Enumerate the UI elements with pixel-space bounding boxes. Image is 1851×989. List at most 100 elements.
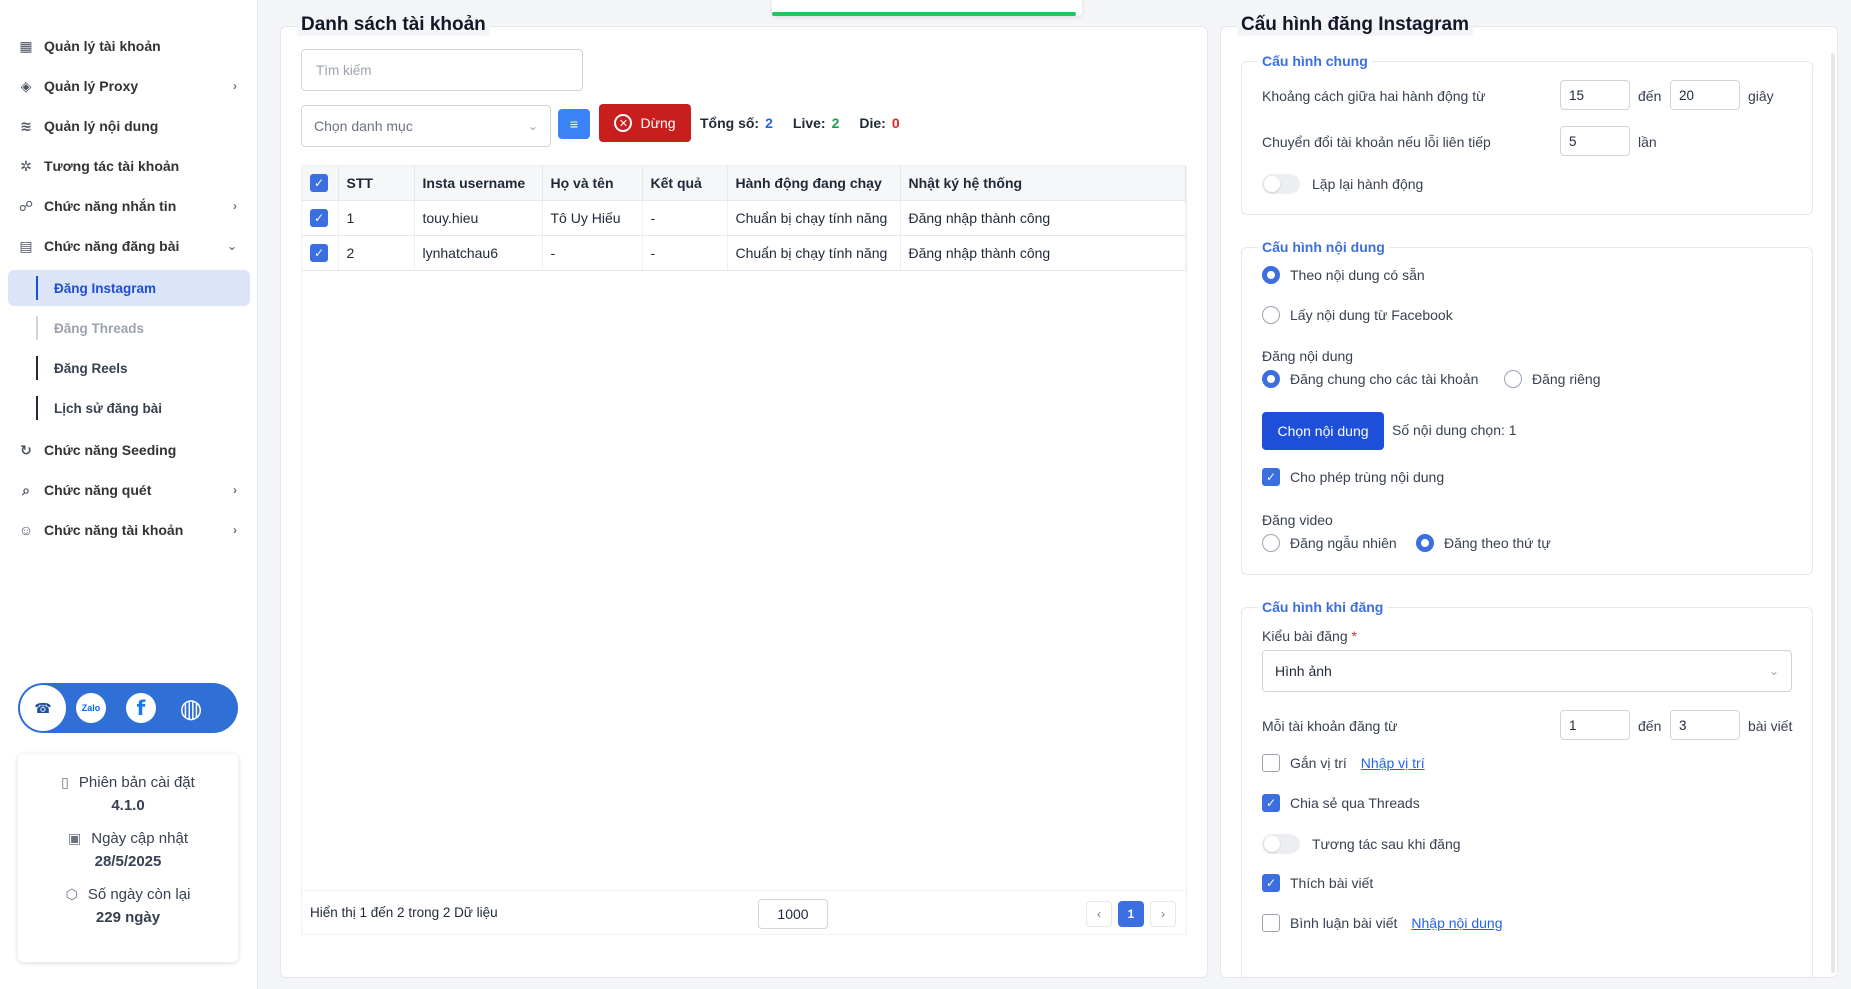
live-value: 2 — [831, 115, 840, 131]
days-info: ⬡ Số ngày còn lại 229 ngày — [34, 886, 222, 926]
prev-page-button[interactable]: ‹ — [1086, 901, 1112, 927]
like-post-checkbox[interactable]: ✓ — [1262, 874, 1280, 892]
interval-from-input[interactable]: 15 — [1560, 80, 1630, 110]
general-config-section: Cấu hình chung Khoảng cách giữa hai hành… — [1241, 53, 1813, 215]
sidebar-subitem-label: Đăng Reels — [54, 360, 128, 376]
filter-button[interactable]: ≡ — [558, 109, 590, 139]
search-input[interactable] — [301, 49, 583, 91]
per-account-to-input[interactable]: 3 — [1670, 710, 1740, 740]
attach-location-row[interactable]: Gắn vị trí Nhập vị trí — [1262, 754, 1425, 772]
share-threads-checkbox[interactable]: ✓ — [1262, 794, 1280, 812]
action-cell: Chuẩn bị chạy tính năng — [727, 200, 901, 236]
share-threads-row[interactable]: ✓ Chia sẻ qua Threads — [1262, 794, 1420, 812]
to-label: đến — [1638, 88, 1662, 104]
app-info-card: ▯ Phiên bản cài đặt 4.1.0 ▣ Ngày cập nhật … — [18, 754, 238, 962]
stack-icon: ≋ — [20, 118, 32, 134]
sidebar-item-messaging[interactable]: ☍ Chức năng nhắn tin › — [0, 186, 257, 226]
category-select-value: Chọn danh mục — [314, 118, 413, 134]
sidebar-item-label: Tương tác tài khoản — [44, 158, 180, 174]
total-label: Tổng số: — [700, 115, 760, 131]
support-chat-icon[interactable]: ☎ — [20, 685, 66, 731]
attach-location-checkbox[interactable] — [1262, 754, 1280, 772]
facebook-content-radio[interactable] — [1262, 306, 1280, 324]
random-video-radio[interactable] — [1262, 534, 1280, 552]
pagination: ‹ 1 › — [1086, 901, 1176, 927]
post-type-select[interactable]: Hình ảnh ⌄ — [1262, 650, 1792, 692]
random-video-option[interactable]: Đăng ngẫu nhiên — [1262, 534, 1397, 552]
interact-after-toggle[interactable] — [1262, 834, 1300, 854]
calendar-icon: ▣ — [68, 830, 82, 846]
grid-icon: ▦ — [19, 38, 33, 54]
sidebar-subitem-label: Đăng Threads — [54, 320, 145, 336]
sidebar-item-label: Chức năng Seeding — [44, 442, 177, 458]
sidebar-subitem-reels[interactable]: Đăng Reels — [8, 350, 250, 386]
zalo-icon[interactable]: Zalo — [76, 693, 106, 723]
version-value: 4.1.0 — [111, 797, 145, 814]
page-button[interactable]: 1 — [1118, 901, 1144, 927]
sidebar-item-account-functions[interactable]: ☺ Chức năng tài khoản › — [0, 510, 257, 550]
log-cell: Đăng nhập thành công — [900, 200, 1186, 236]
separate-post-radio[interactable] — [1504, 370, 1522, 388]
sidebar-item-scan[interactable]: ⌕ Chức năng quét › — [0, 470, 257, 510]
row-checkbox[interactable]: ✓ — [310, 243, 328, 262]
sidebar-item-accounts[interactable]: ▦ Quản lý tài khoản — [0, 26, 257, 66]
facebook-icon[interactable]: f — [126, 693, 156, 723]
allow-duplicate-row[interactable]: ✓ Cho phép trùng nội dung — [1262, 468, 1444, 486]
repeat-toggle[interactable] — [1262, 174, 1300, 194]
update-label: Ngày cập nhật — [91, 830, 188, 847]
layers-icon: ◈ — [20, 78, 32, 94]
ordered-video-option[interactable]: Đăng theo thứ tự — [1416, 534, 1551, 552]
chevron-down-icon: ⌄ — [1768, 664, 1779, 678]
sidebar-subitem-history[interactable]: Lịch sử đăng bài — [8, 390, 250, 426]
allow-duplicate-checkbox[interactable]: ✓ — [1262, 468, 1280, 486]
table-row[interactable]: ✓ 1 touy.hieu Tô Uy Hiếu - Chuẩn bị chạy… — [302, 200, 1186, 236]
switch-label: Chuyển đổi tài khoản nếu lỗi liên tiếp — [1262, 134, 1491, 150]
sidebar-subitem-instagram[interactable]: Đăng Instagram — [8, 270, 250, 306]
user-icon: ☺ — [18, 522, 34, 538]
shared-post-option[interactable]: Đăng chung cho các tài khoản — [1262, 370, 1478, 388]
comment-post-checkbox[interactable] — [1262, 914, 1280, 932]
sidebar-item-content[interactable]: ≋ Quản lý nội dung — [0, 106, 257, 146]
shared-post-radio[interactable] — [1262, 370, 1280, 388]
stop-button[interactable]: ✕ Dừng — [599, 104, 691, 142]
select-all-checkbox[interactable]: ✓ — [310, 173, 328, 192]
repeat-toggle-row: Lặp lại hành động — [1262, 174, 1423, 194]
globe-icon[interactable]: ◍ — [176, 693, 206, 723]
chat-icon: ☍ — [18, 198, 34, 214]
sidebar-item-seeding[interactable]: ↻ Chức năng Seeding — [0, 430, 257, 470]
choose-content-button[interactable]: Chọn nội dung — [1262, 412, 1384, 450]
sidebar-item-label: Chức năng quét — [44, 482, 152, 498]
comment-post-row[interactable]: Bình luận bài viết Nhập nội dung — [1262, 914, 1502, 932]
post-type-value: Hình ảnh — [1275, 663, 1332, 679]
existing-content-label: Theo nội dung có sẵn — [1290, 267, 1425, 283]
row-select-cell: ✓ — [302, 235, 339, 271]
per-account-from-input[interactable]: 1 — [1560, 710, 1630, 740]
sidebar-item-proxy[interactable]: ◈ Quản lý Proxy › — [0, 66, 257, 106]
enter-content-link[interactable]: Nhập nội dung — [1411, 915, 1502, 931]
interval-label: Khoảng cách giữa hai hành động từ — [1262, 88, 1486, 104]
ordered-video-radio[interactable] — [1416, 534, 1434, 552]
name-cell: Tô Uy Hiếu — [542, 200, 643, 236]
sidebar-item-interaction[interactable]: ✲ Tương tác tài khoản — [0, 146, 257, 186]
sidebar-item-posting[interactable]: ▤ Chức năng đăng bài ⌄ — [0, 226, 257, 266]
next-page-button[interactable]: › — [1150, 901, 1176, 927]
existing-content-radio[interactable] — [1262, 266, 1280, 284]
category-select[interactable]: Chọn danh mục ⌄ — [301, 105, 551, 147]
die-stat: Die: 0 — [859, 115, 899, 131]
switch-count-input[interactable]: 5 — [1560, 126, 1630, 156]
separate-post-option[interactable]: Đăng riêng — [1504, 370, 1601, 388]
post-type-label-text: Kiểu bài đăng — [1262, 628, 1348, 644]
facebook-content-option[interactable]: Lấy nội dung từ Facebook — [1262, 306, 1453, 324]
accounts-panel: Danh sách tài khoản Chọn danh mục ⌄ ≡ ✕ … — [280, 14, 1208, 978]
row-checkbox[interactable]: ✓ — [310, 208, 328, 227]
table-row[interactable]: ✓ 2 lynhatchau6 - - Chuẩn bị chạy tính n… — [302, 235, 1186, 271]
scrollbar[interactable] — [1831, 53, 1835, 973]
enter-location-link[interactable]: Nhập vị trí — [1361, 755, 1425, 771]
loading-progress-bar — [772, 0, 1082, 16]
page-size-input[interactable]: 1000 — [758, 899, 828, 929]
existing-content-option[interactable]: Theo nội dung có sẵn — [1262, 266, 1425, 284]
sidebar-item-label: Quản lý nội dung — [44, 118, 159, 134]
sidebar-subitem-threads[interactable]: Đăng Threads — [8, 310, 250, 346]
like-post-row[interactable]: ✓ Thích bài viết — [1262, 874, 1373, 892]
interval-to-input[interactable]: 20 — [1670, 80, 1740, 110]
